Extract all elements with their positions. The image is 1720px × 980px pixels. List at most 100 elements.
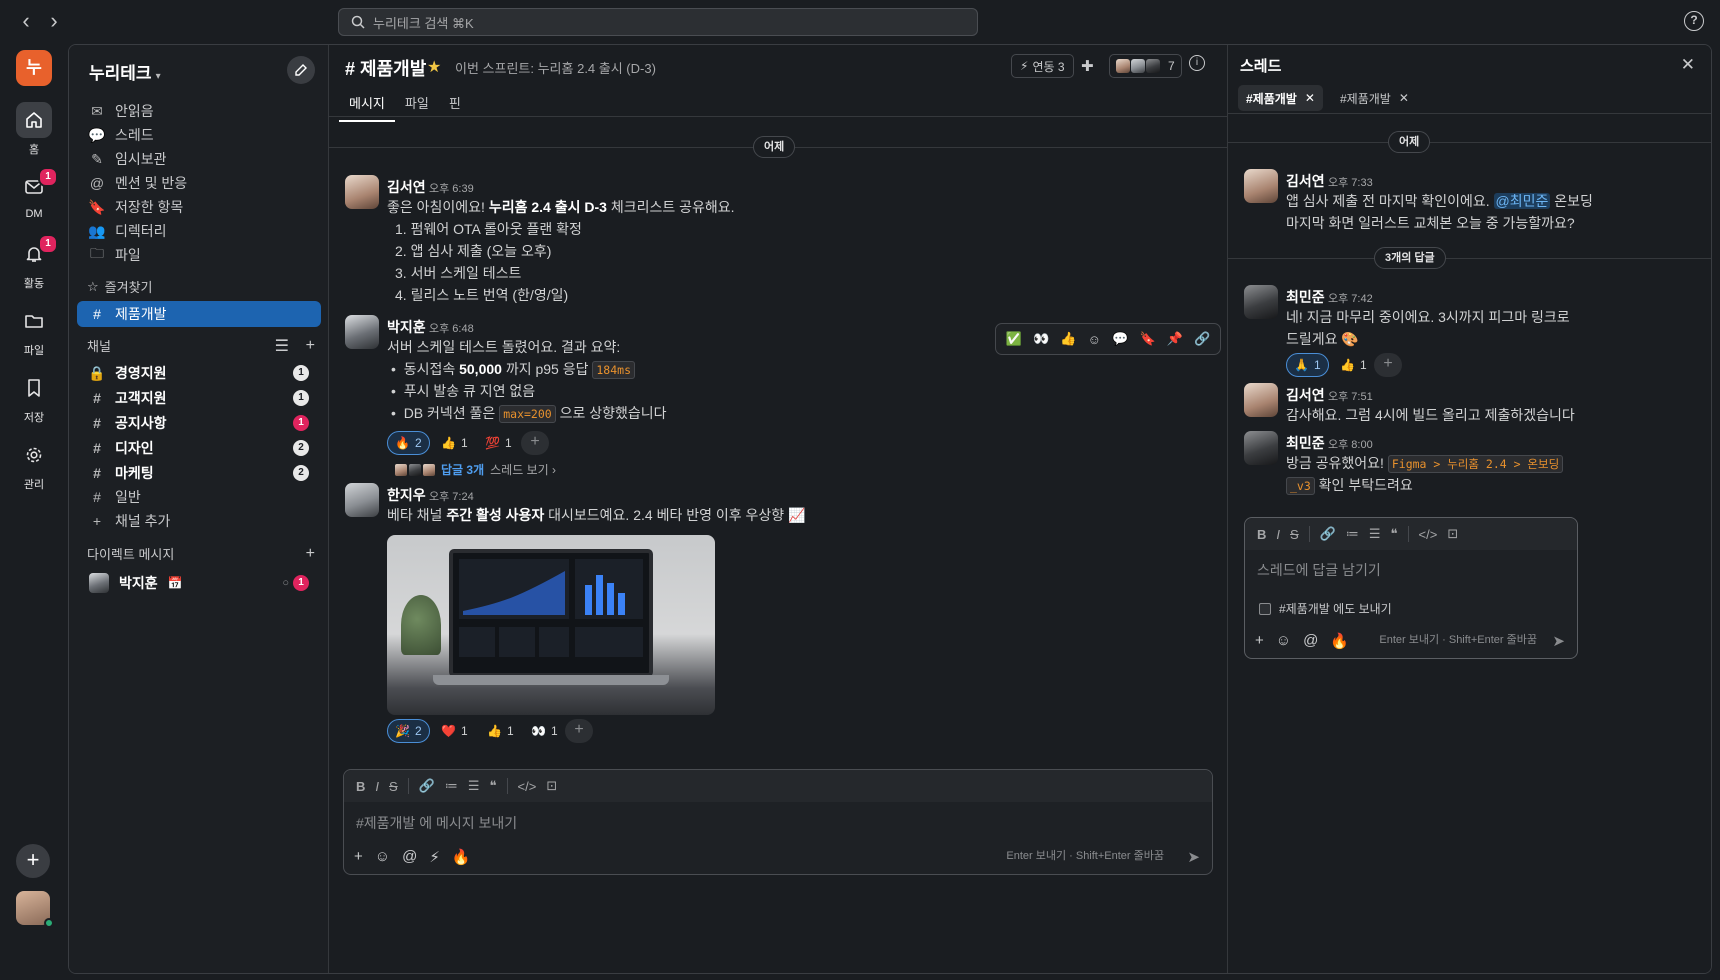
thread-reply-input[interactable]: 스레드에 답글 남기기 bbox=[1257, 560, 1381, 580]
bold-button[interactable]: B bbox=[1257, 527, 1266, 542]
sidebar-item-drafts[interactable]: ✎ 임시보관 bbox=[77, 147, 321, 171]
message-author[interactable]: 박지훈 bbox=[387, 317, 426, 337]
also-send-option[interactable]: #제품개발 에도 보내기 bbox=[1259, 600, 1392, 617]
fire-button[interactable]: 🔥 bbox=[1330, 632, 1349, 650]
date-divider[interactable]: 어제 bbox=[1388, 131, 1431, 153]
bullet-list-button[interactable]: ☰ bbox=[468, 778, 480, 794]
message-author[interactable]: 김서연 bbox=[1286, 385, 1325, 405]
list-icon[interactable]: ☰ bbox=[275, 336, 289, 356]
check-reaction-button[interactable]: ✅ bbox=[1006, 331, 1022, 347]
rail-saved[interactable]: 저장 bbox=[0, 370, 68, 425]
sidebar-item-directory[interactable]: 👥 디렉터리 bbox=[77, 219, 321, 243]
tab-messages[interactable]: 메시지 bbox=[339, 89, 395, 122]
message-author[interactable]: 한지우 bbox=[387, 485, 426, 505]
link-icon[interactable]: 🔗 bbox=[1194, 331, 1210, 347]
reply-thread-icon[interactable]: 💬 bbox=[1112, 331, 1128, 347]
link-button[interactable]: 🔗 bbox=[419, 778, 435, 794]
reaction-100[interactable]: 💯 1 bbox=[477, 431, 520, 455]
message-author[interactable]: 최민준 bbox=[1286, 287, 1325, 307]
rail-admin[interactable]: 관리 bbox=[0, 437, 68, 492]
ordered-list-button[interactable]: ≔ bbox=[445, 778, 458, 794]
add-button[interactable]: + bbox=[16, 844, 50, 878]
avatar[interactable] bbox=[345, 315, 379, 349]
sidebar-item-channel[interactable]: 🔒 경영지원 1 bbox=[77, 361, 321, 385]
sidebar-item-channel[interactable]: # 일반 bbox=[77, 485, 321, 509]
strike-button[interactable]: S bbox=[389, 779, 398, 794]
sidebar-item-dm[interactable]: 박지훈 📅 ○ 1 bbox=[77, 571, 321, 595]
message-time[interactable]: 오후 8:00 bbox=[1328, 436, 1373, 452]
add-reaction-icon[interactable]: ☺ bbox=[1088, 332, 1101, 347]
star-icon[interactable]: ★ bbox=[427, 57, 441, 77]
image-attachment[interactable] bbox=[387, 535, 715, 715]
message-time[interactable]: 오후 7:42 bbox=[1328, 290, 1373, 306]
puzzle-icon[interactable]: ✚ bbox=[1081, 57, 1094, 75]
add-dm-icon[interactable]: + bbox=[306, 545, 315, 563]
sidebar-item-files[interactable]: 🗀 파일 bbox=[77, 243, 321, 267]
sidebar-item-threads[interactable]: 💬 스레드 bbox=[77, 123, 321, 147]
ordered-list-button[interactable]: ≔ bbox=[1346, 526, 1359, 542]
fire-button[interactable]: 🔥 bbox=[452, 848, 471, 866]
attach-button[interactable]: + bbox=[354, 848, 363, 866]
quote-button[interactable]: ❝ bbox=[490, 778, 497, 794]
avatar[interactable] bbox=[1244, 383, 1278, 417]
reaction-thumbs-up[interactable]: 👍 1 bbox=[1332, 353, 1375, 377]
reaction-heart[interactable]: ❤️ 1 bbox=[433, 719, 476, 743]
thread-tab[interactable]: #제품개발 ✕ bbox=[1332, 85, 1417, 111]
strike-button[interactable]: S bbox=[1290, 527, 1299, 542]
reaction-party[interactable]: 🎉 2 bbox=[387, 719, 430, 743]
add-channel-button[interactable]: + 채널 추가 bbox=[77, 509, 321, 533]
italic-button[interactable]: I bbox=[375, 779, 379, 794]
bookmark-icon[interactable]: 🔖 bbox=[1139, 331, 1155, 347]
emoji-button[interactable]: ☺ bbox=[1276, 632, 1291, 650]
bullet-list-button[interactable]: ☰ bbox=[1369, 526, 1381, 542]
add-reaction-button[interactable]: + bbox=[521, 431, 549, 455]
quote-button[interactable]: ❝ bbox=[1391, 526, 1398, 542]
code-button[interactable]: </> bbox=[518, 779, 537, 794]
message-time[interactable]: 오후 6:48 bbox=[429, 320, 474, 336]
info-icon[interactable]: i bbox=[1189, 55, 1205, 71]
reaction-pray[interactable]: 🙏 1 bbox=[1286, 353, 1329, 377]
reaction-eyes[interactable]: 👀 1 bbox=[523, 719, 566, 743]
rail-home[interactable]: 홈 bbox=[0, 102, 68, 157]
attach-button[interactable]: + bbox=[1255, 632, 1264, 650]
code-block-button[interactable]: ⊡ bbox=[1447, 526, 1458, 542]
avatar[interactable] bbox=[1244, 431, 1278, 465]
message-input[interactable]: #제품개발 에 메시지 보내기 bbox=[356, 813, 517, 833]
message-author[interactable]: 김서연 bbox=[1286, 171, 1325, 191]
integrations-button[interactable]: ⚡ 연동 3 bbox=[1011, 54, 1074, 78]
date-divider[interactable]: 어제 bbox=[753, 136, 796, 158]
favorites-header[interactable]: ☆ 즐겨찾기 bbox=[87, 277, 315, 296]
help-button[interactable]: ? bbox=[1684, 11, 1704, 31]
eyes-reaction-button[interactable]: 👀 bbox=[1033, 331, 1049, 347]
tab-files[interactable]: 파일 bbox=[395, 89, 439, 122]
members-button[interactable]: 7 bbox=[1109, 54, 1182, 78]
message-time[interactable]: 오후 7:33 bbox=[1328, 174, 1373, 190]
link-button[interactable]: 🔗 bbox=[1320, 526, 1336, 542]
forward-button[interactable]: › bbox=[42, 10, 66, 34]
message-time[interactable]: 오후 7:51 bbox=[1328, 388, 1373, 404]
mention-button[interactable]: @ bbox=[1303, 632, 1318, 650]
message-time[interactable]: 오후 7:24 bbox=[429, 488, 474, 504]
sidebar-item-product[interactable]: # 제품개발 bbox=[77, 301, 321, 327]
avatar[interactable] bbox=[345, 483, 379, 517]
code-button[interactable]: </> bbox=[1419, 527, 1438, 542]
send-button[interactable]: ➤ bbox=[1552, 632, 1565, 650]
sidebar-item-channel[interactable]: # 디자인 2 bbox=[77, 436, 321, 460]
thumbs-up-reaction-button[interactable]: 👍 bbox=[1060, 331, 1076, 347]
channel-title[interactable]: # 제품개발 bbox=[345, 55, 426, 81]
sidebar-item-mentions[interactable]: @ 멘션 및 반응 bbox=[77, 171, 321, 195]
back-button[interactable]: ‹ bbox=[14, 10, 38, 34]
sidebar-item-channel[interactable]: # 마케팅 2 bbox=[77, 461, 321, 485]
avatar[interactable] bbox=[1244, 285, 1278, 319]
thread-tab[interactable]: #제품개발 ✕ bbox=[1238, 85, 1323, 111]
search-input[interactable]: 누리테크 검색 ⌘K bbox=[338, 8, 978, 36]
rail-activity[interactable]: 1 활동 bbox=[0, 234, 68, 291]
close-icon[interactable]: ✕ bbox=[1399, 91, 1409, 105]
channels-header[interactable]: 채널 ☰ + bbox=[87, 336, 315, 355]
mention-button[interactable]: @ bbox=[402, 848, 417, 866]
rail-files[interactable]: 파일 bbox=[0, 303, 68, 358]
reaction-thumbs-up[interactable]: 👍 1 bbox=[433, 431, 476, 455]
sidebar-item-unread[interactable]: ✉ 안읽음 bbox=[77, 99, 321, 123]
code-block-button[interactable]: ⊡ bbox=[546, 778, 557, 794]
dm-header[interactable]: 다이렉트 메시지 + bbox=[87, 544, 315, 563]
